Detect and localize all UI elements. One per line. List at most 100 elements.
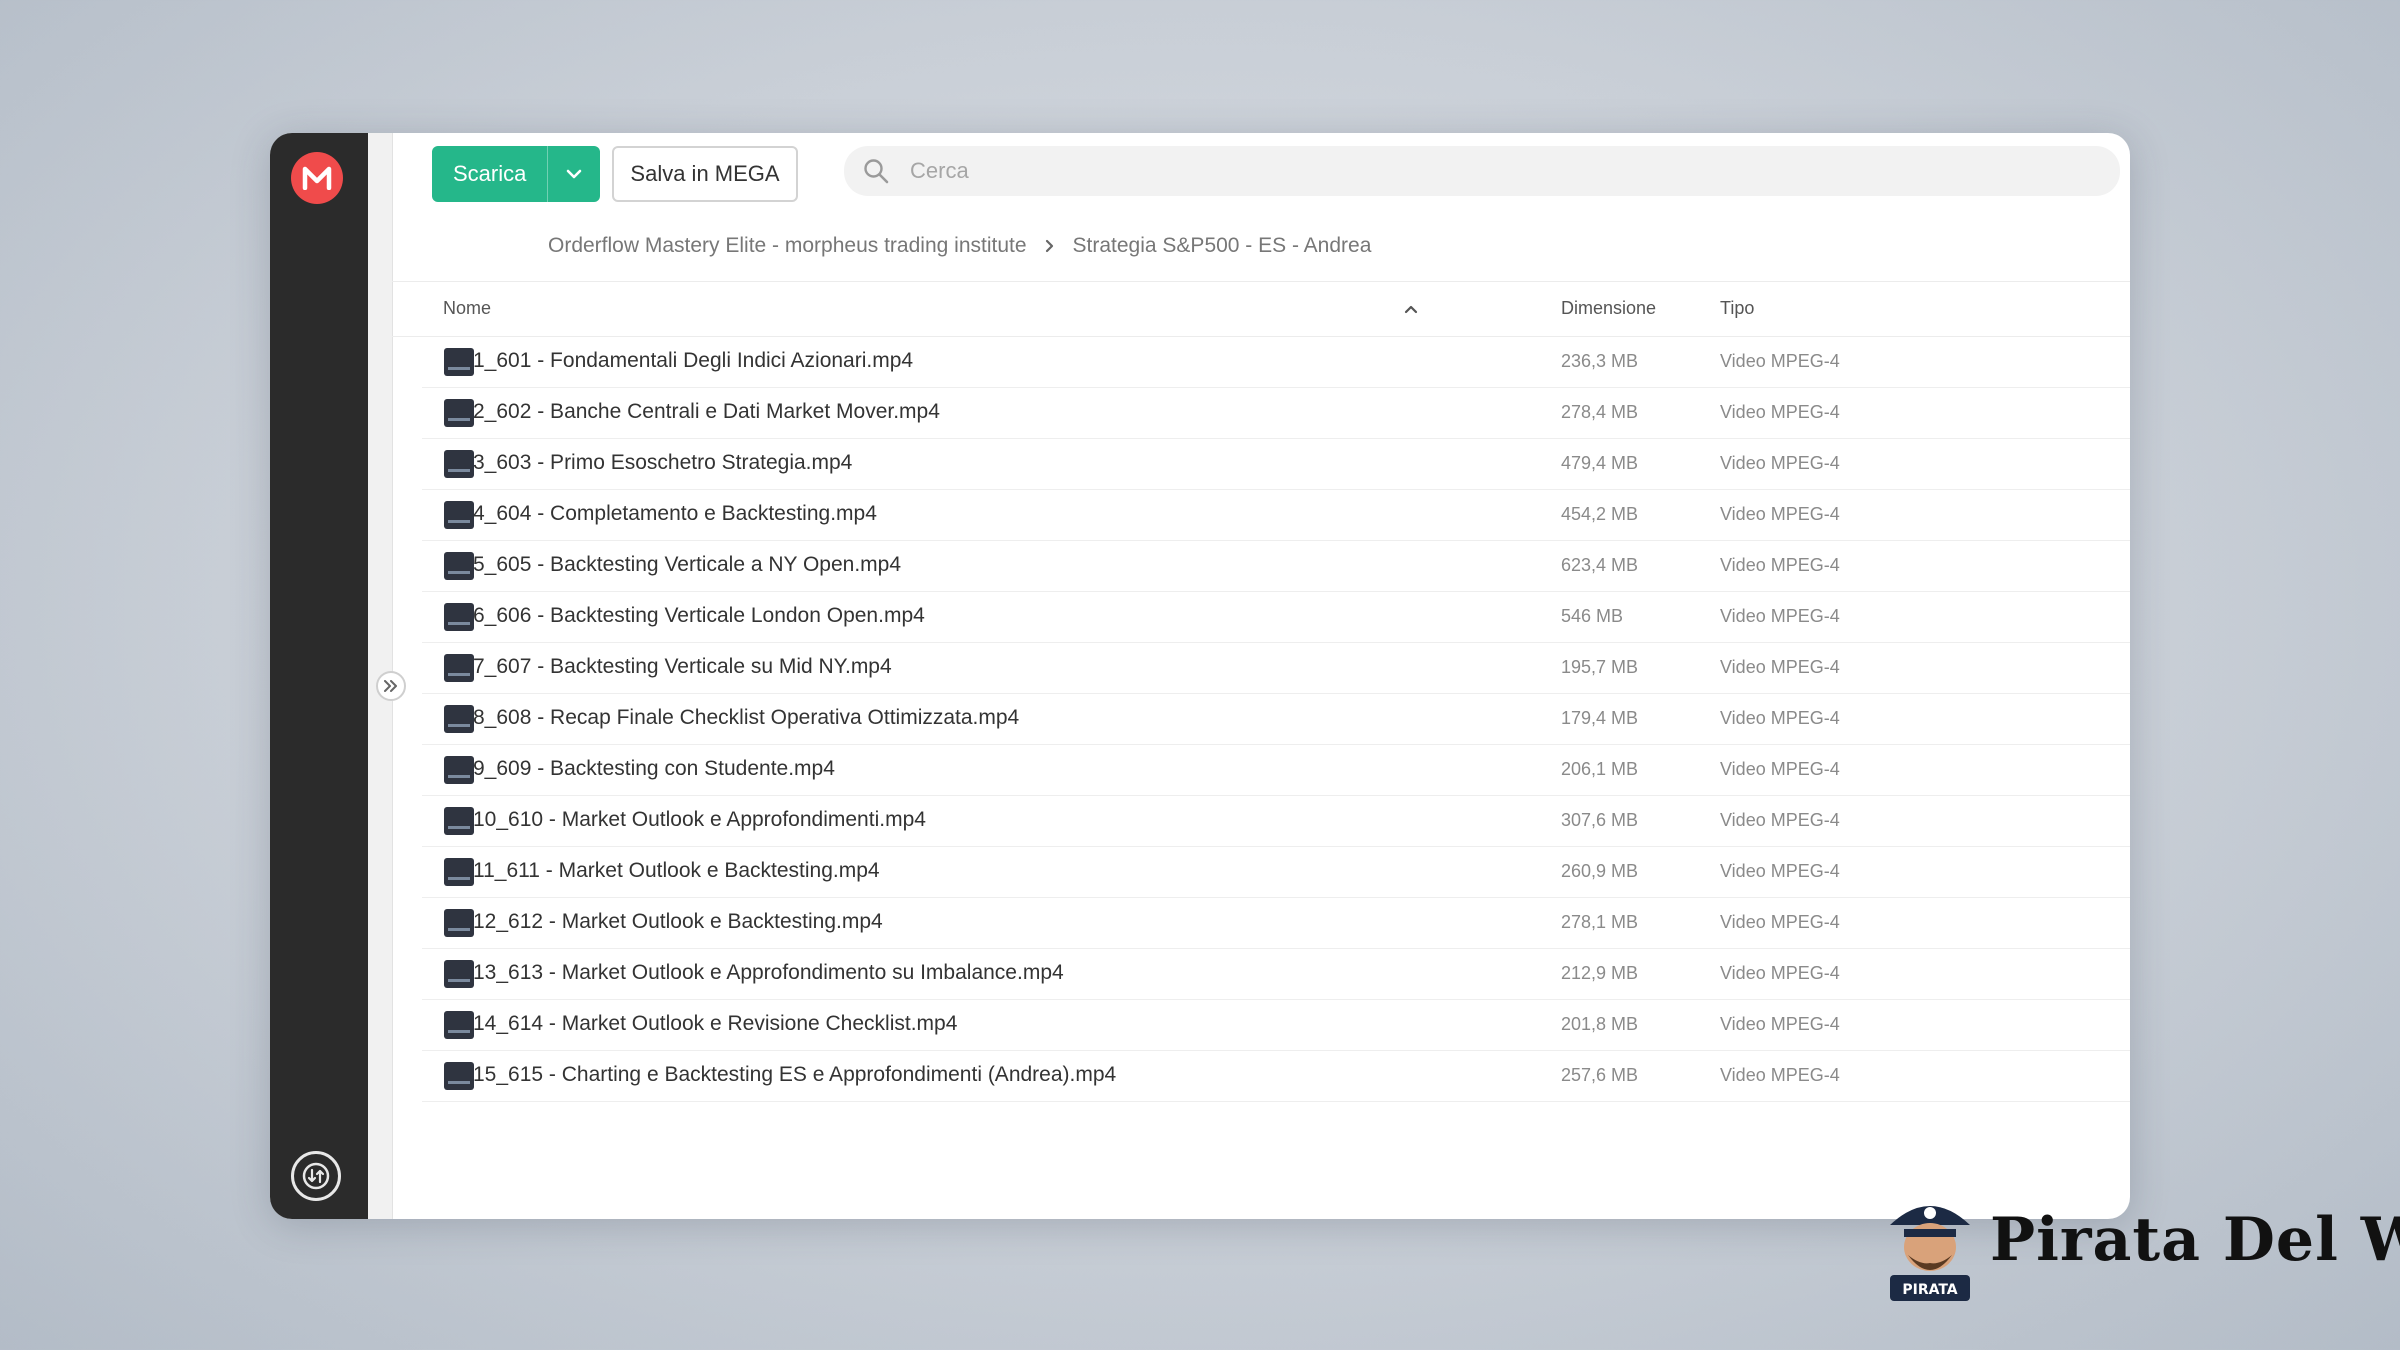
file-row[interactable]: 1_601 - Fondamentali Degli Indici Aziona… <box>422 337 2130 388</box>
video-thumbnail-icon <box>444 552 474 580</box>
mega-window: Scarica Salva in MEGA Orderflow Mastery … <box>270 133 2130 1219</box>
breadcrumb-item-course[interactable]: Orderflow Mastery Elite - morpheus tradi… <box>548 234 1027 258</box>
file-row[interactable]: 3_603 - Primo Esoschetro Strategia.mp4 47… <box>422 439 2130 490</box>
file-type: Video MPEG-4 <box>1720 912 1840 932</box>
brand-name: Pirata Del Web <box>1990 1205 2400 1275</box>
save-to-mega-button[interactable]: Salva in MEGA <box>612 146 798 202</box>
video-thumbnail-icon <box>444 756 474 784</box>
file-row[interactable]: 4_604 - Completamento e Backtesting.mp4 4… <box>422 490 2130 541</box>
file-row[interactable]: 15_615 - Charting e Backtesting ES e App… <box>422 1051 2130 1102</box>
file-size: 201,8 MB <box>1561 1014 1639 1034</box>
video-thumbnail-icon <box>444 858 474 886</box>
file-size: 479,4 MB <box>1561 453 1639 473</box>
file-type: Video MPEG-4 <box>1720 555 1840 575</box>
file-name: 5_605 - Backtesting Verticale a NY Open.… <box>473 553 902 576</box>
file-size: 195,7 MB <box>1561 657 1639 677</box>
file-name: 3_603 - Primo Esoschetro Strategia.mp4 <box>473 451 853 474</box>
toolbar: Scarica Salva in MEGA <box>432 146 2120 202</box>
pirate-mascot-icon: PIRATA <box>1890 1206 1970 1301</box>
file-name: 10_610 - Market Outlook e Approfondiment… <box>473 808 926 831</box>
video-thumbnail-icon <box>444 960 474 988</box>
video-thumbnail-icon <box>444 348 474 376</box>
file-size: 546 MB <box>1561 606 1624 626</box>
file-size: 260,9 MB <box>1561 861 1639 881</box>
file-name: 13_613 - Market Outlook e Approfondiment… <box>473 961 1064 984</box>
video-thumbnail-icon <box>444 909 474 937</box>
file-row[interactable]: 5_605 - Backtesting Verticale a NY Open.… <box>422 541 2130 592</box>
file-type: Video MPEG-4 <box>1720 657 1840 677</box>
column-header-name[interactable]: Nome <box>443 298 491 319</box>
file-size: 623,4 MB <box>1561 555 1639 575</box>
file-name: 1_601 - Fondamentali Degli Indici Aziona… <box>473 349 914 372</box>
file-size: 212,9 MB <box>1561 963 1639 983</box>
file-name: 7_607 - Backtesting Verticale su Mid NY.… <box>473 655 892 678</box>
file-name: 15_615 - Charting e Backtesting ES e App… <box>473 1063 1117 1086</box>
file-name: 4_604 - Completamento e Backtesting.mp4 <box>473 502 877 525</box>
file-size: 179,4 MB <box>1561 708 1639 728</box>
file-type: Video MPEG-4 <box>1720 759 1840 779</box>
file-rows: 1_601 - Fondamentali Degli Indici Aziona… <box>392 337 2130 1102</box>
file-size: 206,1 MB <box>1561 759 1639 779</box>
mega-logo-icon[interactable] <box>291 152 343 204</box>
file-type: Video MPEG-4 <box>1720 351 1840 371</box>
file-name: 12_612 - Market Outlook e Backtesting.mp… <box>473 910 883 933</box>
file-type: Video MPEG-4 <box>1720 504 1840 524</box>
search-icon <box>844 157 908 185</box>
file-size: 454,2 MB <box>1561 504 1639 524</box>
file-row[interactable]: 11_611 - Market Outlook e Backtesting.mp… <box>422 847 2130 898</box>
video-thumbnail-icon <box>444 603 474 631</box>
file-type: Video MPEG-4 <box>1720 810 1840 830</box>
file-type: Video MPEG-4 <box>1720 963 1840 983</box>
breadcrumb-item-current-folder[interactable]: Strategia S&P500 - ES - Andrea <box>1073 234 1372 258</box>
file-list-header: Nome Dimensione Tipo <box>392 281 2130 337</box>
column-header-size[interactable]: Dimensione <box>1561 298 1656 319</box>
file-name: 6_606 - Backtesting Verticale London Ope… <box>473 604 925 627</box>
video-thumbnail-icon <box>444 1062 474 1090</box>
file-type: Video MPEG-4 <box>1720 861 1840 881</box>
file-row[interactable]: 7_607 - Backtesting Verticale su Mid NY.… <box>422 643 2130 694</box>
chevron-down-icon[interactable] <box>547 146 600 202</box>
download-button-label: Scarica <box>452 161 527 186</box>
svg-text:PIRATA: PIRATA <box>1902 1282 1957 1298</box>
sort-ascending-icon[interactable] <box>1404 298 1418 319</box>
left-rail <box>270 133 368 1219</box>
chevron-right-icon <box>1045 239 1055 253</box>
file-row[interactable]: 2_602 - Banche Centrali e Dati Market Mo… <box>422 388 2130 439</box>
file-name: 2_602 - Banche Centrali e Dati Market Mo… <box>473 400 940 423</box>
video-thumbnail-icon <box>444 450 474 478</box>
file-row[interactable]: 13_613 - Market Outlook e Approfondiment… <box>422 949 2130 1000</box>
file-size: 278,4 MB <box>1561 402 1639 422</box>
search-input[interactable] <box>908 157 2120 185</box>
column-header-type[interactable]: Tipo <box>1720 298 1754 319</box>
file-size: 257,6 MB <box>1561 1065 1639 1085</box>
transfer-manager-icon[interactable] <box>291 1151 341 1201</box>
video-thumbnail-icon <box>444 807 474 835</box>
file-type: Video MPEG-4 <box>1720 606 1840 626</box>
file-size: 236,3 MB <box>1561 351 1639 371</box>
file-size: 278,1 MB <box>1561 912 1639 932</box>
video-thumbnail-icon <box>444 501 474 529</box>
video-thumbnail-icon <box>444 705 474 733</box>
file-row[interactable]: 8_608 - Recap Finale Checklist Operativa… <box>422 694 2130 745</box>
video-thumbnail-icon <box>444 399 474 427</box>
file-name: 9_609 - Backtesting con Studente.mp4 <box>473 757 835 780</box>
download-button[interactable]: Scarica <box>432 146 600 202</box>
search-bar[interactable] <box>844 146 2120 196</box>
file-name: 14_614 - Market Outlook e Revisione Chec… <box>473 1012 958 1035</box>
file-type: Video MPEG-4 <box>1720 1065 1840 1085</box>
file-type: Video MPEG-4 <box>1720 1014 1840 1034</box>
file-type: Video MPEG-4 <box>1720 402 1840 422</box>
video-thumbnail-icon <box>444 654 474 682</box>
video-thumbnail-icon <box>444 1011 474 1039</box>
file-row[interactable]: 14_614 - Market Outlook e Revisione Chec… <box>422 1000 2130 1051</box>
file-row[interactable]: 12_612 - Market Outlook e Backtesting.mp… <box>422 898 2130 949</box>
file-list: Nome Dimensione Tipo 1_601 - Fondamental… <box>392 281 2130 1219</box>
file-row[interactable]: 6_606 - Backtesting Verticale London Ope… <box>422 592 2130 643</box>
watermark-brand: PIRATA Pirata Del Web <box>1880 1185 2400 1305</box>
file-row[interactable]: 10_610 - Market Outlook e Approfondiment… <box>422 796 2130 847</box>
file-type: Video MPEG-4 <box>1720 708 1840 728</box>
file-type: Video MPEG-4 <box>1720 453 1840 473</box>
breadcrumb: Orderflow Mastery Elite - morpheus tradi… <box>548 228 1371 264</box>
file-name: 11_611 - Market Outlook e Backtesting.mp… <box>473 859 880 882</box>
file-row[interactable]: 9_609 - Backtesting con Studente.mp4 206,… <box>422 745 2130 796</box>
